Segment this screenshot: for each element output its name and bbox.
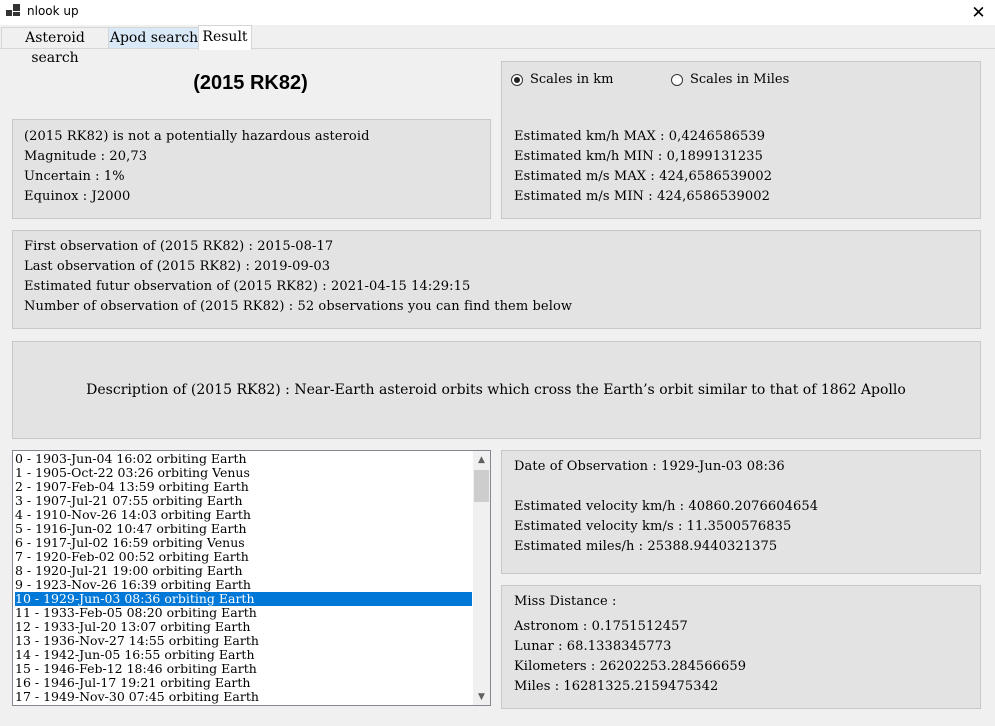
description-text: Description of (2015 RK82) : Near-Earth … bbox=[86, 382, 906, 398]
list-item[interactable]: 7 - 1920-Feb-02 00:52 orbiting Earth bbox=[15, 550, 472, 564]
observation-count-text: Number of observation of (2015 RK82) : 5… bbox=[24, 299, 573, 314]
radio-scales-km[interactable]: Scales in km bbox=[511, 72, 613, 87]
velocity-kms-text: Estimated velocity km/s : 11.3500576835 bbox=[514, 519, 792, 534]
list-item[interactable]: 15 - 1946-Feb-12 18:46 orbiting Earth bbox=[15, 662, 472, 676]
list-item[interactable]: 13 - 1936-Nov-27 14:55 orbiting Earth bbox=[15, 634, 472, 648]
tab-apod-search[interactable]: Apod search bbox=[108, 27, 200, 48]
astronom-text: Astronom : 0.1751512457 bbox=[514, 619, 688, 634]
approach-listbox[interactable]: 0 - 1903-Jun-04 16:02 orbiting Earth 1 - … bbox=[12, 450, 491, 706]
hazard-text: (2015 RK82) is not a potentially hazardo… bbox=[24, 129, 370, 144]
list-item[interactable]: 11 - 1933-Feb-05 08:20 orbiting Earth bbox=[15, 606, 472, 620]
list-item[interactable]: 2 - 1907-Feb-04 13:59 orbiting Earth bbox=[15, 480, 472, 494]
ms-max-text: Estimated m/s MAX : 424,6586539002 bbox=[514, 169, 773, 184]
close-button[interactable]: ✕ bbox=[962, 0, 995, 25]
uncertain-text: Uncertain : 1% bbox=[24, 169, 125, 184]
list-scrollbar[interactable]: ▲ ▼ bbox=[473, 451, 490, 705]
radio-km-label: Scales in km bbox=[530, 72, 614, 87]
equinox-text: Equinox : J2000 bbox=[24, 189, 131, 204]
future-observation-text: Estimated futur observation of (2015 RK8… bbox=[24, 279, 471, 294]
ms-min-text: Estimated m/s MIN : 424,6586539002 bbox=[514, 189, 771, 204]
kilometers-text: Kilometers : 26202253.284566659 bbox=[514, 659, 747, 674]
app-icon bbox=[6, 4, 20, 18]
velocity-kmh-text: Estimated velocity km/h : 40860.20766046… bbox=[514, 499, 819, 514]
title-bar bbox=[0, 0, 995, 25]
lunar-text: Lunar : 68.1338345773 bbox=[514, 639, 672, 654]
list-item[interactable]: 10 - 1929-Jun-03 08:36 orbiting Earth bbox=[15, 592, 472, 606]
first-observation-text: First observation of (2015 RK82) : 2015-… bbox=[24, 239, 334, 254]
list-item[interactable]: 17 - 1949-Nov-30 07:45 orbiting Earth bbox=[15, 690, 472, 704]
tab-result[interactable]: Result bbox=[198, 25, 252, 50]
list-item[interactable]: 9 - 1923-Nov-26 16:39 orbiting Earth bbox=[15, 578, 472, 592]
list-item[interactable]: 5 - 1916-Jun-02 10:47 orbiting Earth bbox=[15, 522, 472, 536]
observation-date-text: Date of Observation : 1929-Jun-03 08:36 bbox=[514, 459, 785, 474]
miles-text: Miles : 16281325.2159475342 bbox=[514, 679, 719, 694]
list-item[interactable]: 12 - 1933-Jul-20 13:07 orbiting Earth bbox=[15, 620, 472, 634]
kmh-max-text: Estimated km/h MAX : 0,4246586539 bbox=[514, 129, 766, 144]
list-item[interactable]: 14 - 1942-Jun-05 16:55 orbiting Earth bbox=[15, 648, 472, 662]
list-item[interactable]: 16 - 1946-Jul-17 19:21 orbiting Earth bbox=[15, 676, 472, 690]
last-observation-text: Last observation of (2015 RK82) : 2019-0… bbox=[24, 259, 331, 274]
list-item[interactable]: 8 - 1920-Jul-21 19:00 orbiting Earth bbox=[15, 564, 472, 578]
scroll-thumb[interactable] bbox=[474, 470, 489, 502]
list-item[interactable]: 4 - 1910-Nov-26 14:03 orbiting Earth bbox=[15, 508, 472, 522]
scroll-up-icon[interactable]: ▲ bbox=[473, 451, 490, 468]
miss-distance-heading: Miss Distance : bbox=[514, 594, 617, 609]
kmh-min-text: Estimated km/h MIN : 0,1899131235 bbox=[514, 149, 763, 164]
radio-miles-label: Scales in Miles bbox=[690, 72, 790, 87]
tab-asteroid-search[interactable]: Asteroid search bbox=[1, 27, 109, 66]
window-title: nlook up bbox=[27, 4, 79, 18]
list-item[interactable]: 6 - 1917-Jul-02 16:59 orbiting Venus bbox=[15, 536, 472, 550]
velocity-mih-text: Estimated miles/h : 25388.9440321375 bbox=[514, 539, 778, 554]
object-title: (2015 RK82) bbox=[193, 72, 308, 94]
magnitude-text: Magnitude : 20,73 bbox=[24, 149, 148, 164]
radio-km-indicator[interactable] bbox=[511, 73, 523, 86]
list-item[interactable]: 1 - 1905-Oct-22 03:26 orbiting Venus bbox=[15, 466, 472, 480]
list-item[interactable]: 0 - 1903-Jun-04 16:02 orbiting Earth bbox=[15, 452, 472, 466]
radio-miles-indicator[interactable] bbox=[671, 73, 683, 86]
radio-scales-miles[interactable]: Scales in Miles bbox=[671, 72, 789, 87]
list-item[interactable]: 3 - 1907-Jul-21 07:55 orbiting Earth bbox=[15, 494, 472, 508]
scroll-down-icon[interactable]: ▼ bbox=[473, 688, 490, 705]
